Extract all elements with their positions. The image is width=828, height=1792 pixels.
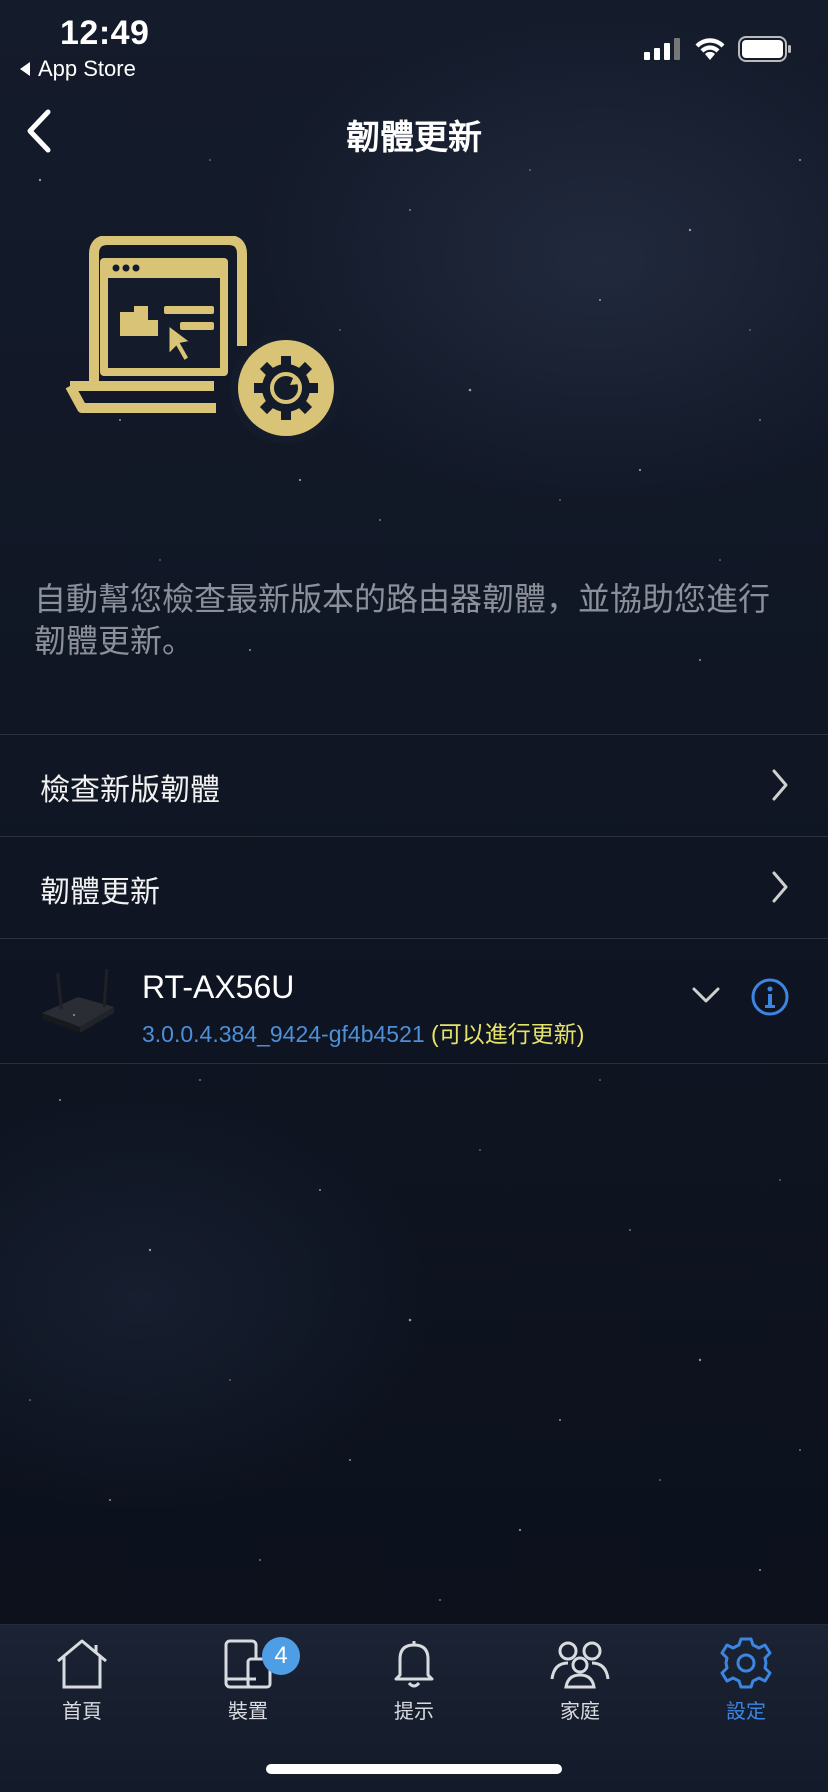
check-new-firmware-label: 檢查新版韌體	[40, 773, 220, 808]
wifi-icon	[695, 38, 725, 60]
check-new-firmware-row[interactable]: 檢查新版韌體	[0, 734, 828, 836]
tab-family-label: 家庭	[560, 1699, 600, 1723]
device-firmware-info: 3.0.0.4.384_9424-gf4b4521 (可以進行更新)	[142, 1015, 584, 1049]
firmware-version: 3.0.0.4.384_9424-gf4b4521	[142, 1021, 425, 1047]
description-text: 自動幫您檢查最新版本的路由器韌體，並協助您進行韌體更新。	[34, 580, 771, 660]
tab-settings[interactable]: 設定	[676, 1635, 816, 1745]
chevron-down-icon[interactable]	[690, 983, 722, 1007]
tab-alerts-label: 提示	[394, 1699, 434, 1723]
status-time: 12:49	[60, 14, 150, 52]
battery-icon	[738, 36, 791, 62]
bell-icon	[394, 1641, 434, 1688]
devices-badge: 4	[262, 1637, 300, 1675]
back-to-app-link[interactable]: App Store	[20, 56, 136, 82]
tab-family[interactable]: 家庭	[510, 1635, 650, 1745]
back-app-label: App Store	[38, 56, 136, 81]
firmware-update-row[interactable]: 韌體更新	[0, 836, 828, 938]
firmware-update-illustration	[65, 236, 342, 444]
family-icon	[550, 1641, 610, 1689]
page-title: 韌體更新	[346, 118, 482, 158]
update-available-status: (可以進行更新)	[424, 1021, 585, 1047]
status-icons	[644, 36, 792, 62]
home-icon	[57, 1639, 107, 1689]
tab-home-label: 首頁	[62, 1699, 102, 1723]
router-icon	[42, 968, 114, 1033]
back-triangle-icon	[20, 62, 30, 76]
device-name: RT-AX56U	[142, 969, 295, 1005]
tab-devices[interactable]: 4 裝置	[178, 1635, 318, 1745]
cellular-signal-icon	[644, 38, 680, 60]
home-indicator[interactable]	[266, 1764, 562, 1774]
chevron-right-icon	[772, 871, 788, 903]
tab-devices-label: 裝置	[228, 1699, 268, 1723]
firmware-update-label: 韌體更新	[40, 875, 160, 910]
tab-alerts[interactable]: 提示	[344, 1635, 484, 1745]
tab-home[interactable]: 首頁	[12, 1635, 152, 1745]
firmware-menu-list: 檢查新版韌體 韌體更新 RT-AX56U 3.0.0.4.384_9424-gf…	[0, 734, 828, 1064]
device-row[interactable]: RT-AX56U 3.0.0.4.384_9424-gf4b4521 (可以進行…	[0, 938, 828, 1064]
info-icon[interactable]	[750, 977, 790, 1017]
chevron-right-icon	[772, 769, 788, 801]
firmware-update-screen: 12:49 App Store 韌體更新 自動幫您檢查最新版本的路由器韌體，並協…	[0, 0, 828, 1792]
tab-settings-label: 設定	[726, 1699, 766, 1723]
gear-icon	[720, 1637, 772, 1689]
